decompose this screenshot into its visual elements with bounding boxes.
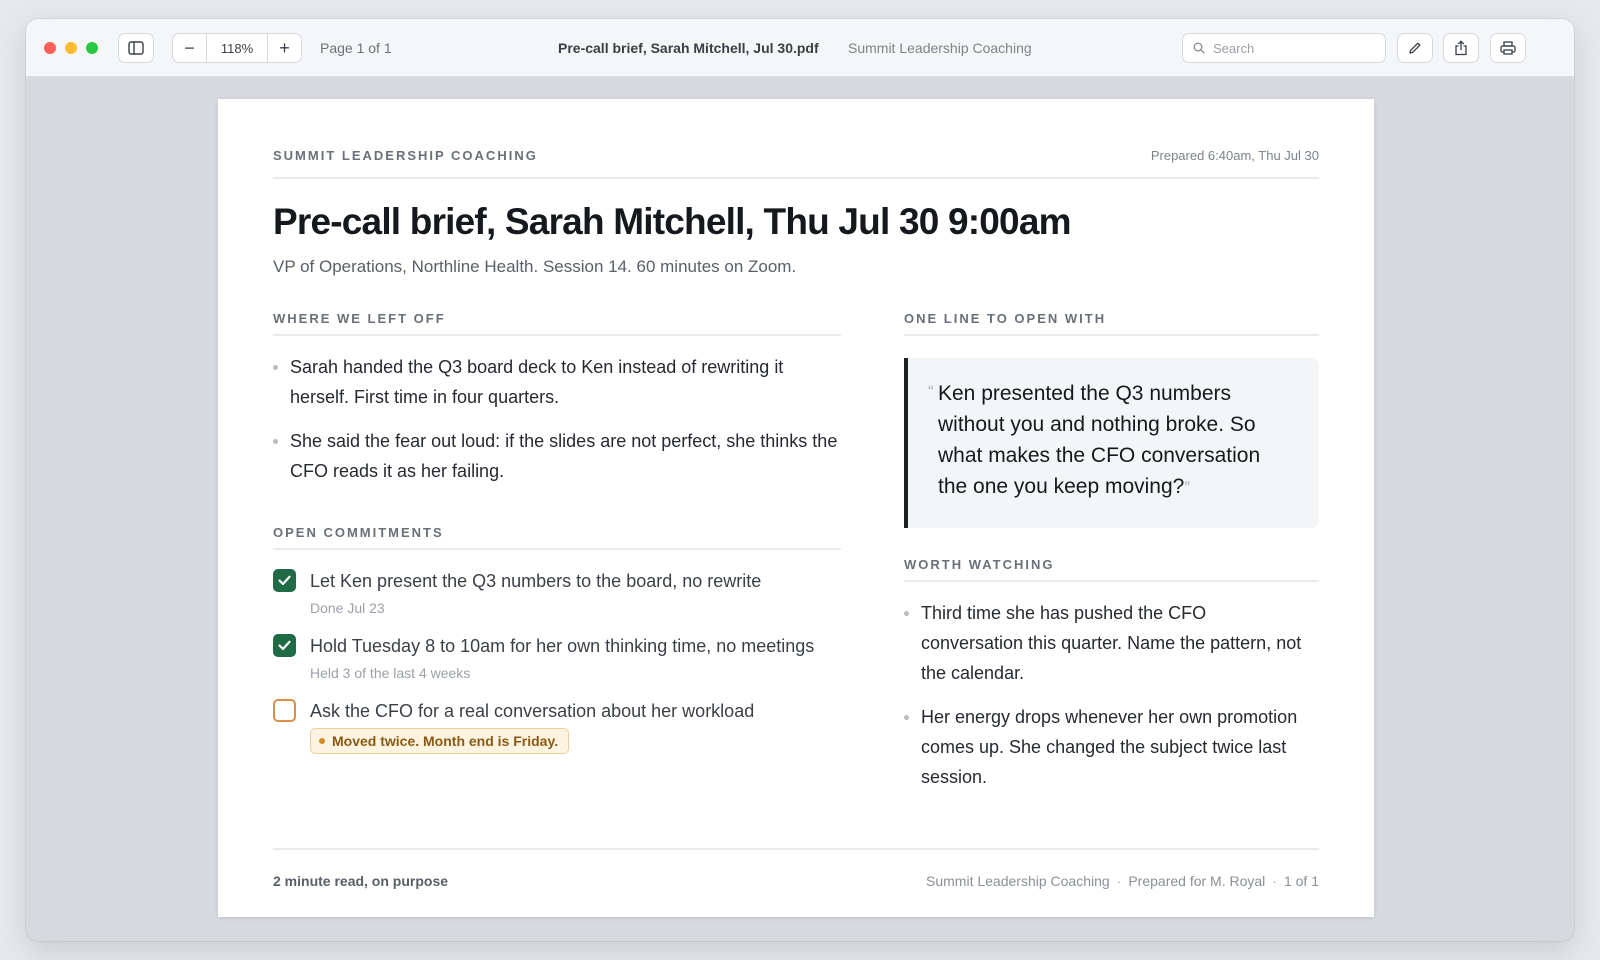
zoom-in-button[interactable]: +: [268, 34, 301, 62]
footer-page-number: 1 of 1: [1283, 873, 1319, 889]
commitment-text: Hold Tuesday 8 to 10am for her own think…: [310, 636, 815, 656]
check-icon: [278, 575, 291, 586]
search-box[interactable]: [1182, 33, 1386, 63]
warning-badge: Moved twice. Month end is Friday.: [310, 728, 570, 754]
prepared-timestamp: Prepared 6:40am, Thu Jul 30: [1150, 148, 1319, 163]
annotate-button[interactable]: [1397, 33, 1433, 63]
commitment-text: Let Ken present the Q3 numbers to the bo…: [310, 571, 762, 591]
toggle-sidebar-button[interactable]: [118, 33, 154, 63]
list-item: Third time she has pushed the CFO conver…: [904, 598, 1304, 688]
commitment-checkbox[interactable]: [273, 569, 296, 592]
zoom-window-button[interactable]: [86, 42, 98, 54]
zoom-level[interactable]: 118%: [207, 34, 268, 62]
pencil-icon: [1409, 42, 1421, 54]
section-heading-commitments: OPEN COMMITMENTS: [273, 525, 444, 540]
list-item: She said the fear out loud: if the slide…: [273, 426, 841, 486]
section-heading-left-off: WHERE WE LEFT OFF: [273, 311, 446, 326]
section-heading-open-line: ONE LINE TO OPEN WITH: [904, 311, 1107, 326]
print-button[interactable]: [1490, 33, 1526, 63]
read-time: 2 minute read, on purpose: [273, 873, 449, 889]
section-heading-watching: WORTH WATCHING: [904, 557, 1055, 572]
page-indicator: Page 1 of 1: [320, 40, 392, 56]
page-title: Pre-call brief, Sarah Mitchell, Thu Jul …: [273, 201, 1072, 242]
footer-prepared-for: Prepared for M. Royal: [1128, 873, 1266, 889]
page-subtitle: VP of Operations, Northline Health. Sess…: [273, 257, 797, 276]
watching-list: Third time she has pushed the CFO conver…: [904, 598, 1304, 806]
left-off-list: Sarah handed the Q3 board deck to Ken in…: [273, 352, 841, 500]
commitment-text: Ask the CFO for a real conversation abou…: [310, 701, 755, 721]
search-input[interactable]: [1213, 40, 1373, 56]
close-quote-mark: ”: [1184, 478, 1191, 497]
close-window-button[interactable]: [44, 42, 56, 54]
footer-meta: Summit Leadership Coaching · Prepared for …: [926, 873, 1319, 889]
page-content: SUMMIT LEADERSHIP COACHING Prepared 6:40…: [273, 99, 1319, 917]
commitment-note: Done Jul 23: [310, 600, 385, 616]
search-icon: [1193, 42, 1205, 54]
zoom-out-button[interactable]: −: [173, 34, 207, 62]
opening-quote: “Ken presented the Q3 numbers without yo…: [904, 358, 1319, 528]
share-button[interactable]: [1443, 33, 1479, 63]
share-icon: [1455, 40, 1467, 56]
section-divider: [904, 334, 1319, 336]
pdf-viewer-window: − 118% + Page 1 of 1 Pre-call brief, Sar…: [26, 19, 1574, 941]
warning-dot-icon: [319, 738, 325, 744]
org-header: SUMMIT LEADERSHIP COACHING: [273, 148, 538, 163]
printer-icon: [1500, 41, 1516, 55]
section-divider: [273, 334, 841, 336]
footer-separator: ·: [1272, 873, 1277, 889]
commitment-checkbox[interactable]: [273, 634, 296, 657]
minimize-window-button[interactable]: [65, 42, 77, 54]
quote-text: Ken presented the Q3 numbers without you…: [938, 382, 1261, 498]
list-item: Her energy drops whenever her own promot…: [904, 702, 1304, 792]
footer-divider: [273, 848, 1319, 850]
document-subtitle: Summit Leadership Coaching: [848, 40, 1032, 56]
toolbar: − 118% + Page 1 of 1 Pre-call brief, Sar…: [26, 19, 1574, 77]
document-title: Pre-call brief, Sarah Mitchell, Jul 30.p…: [558, 40, 819, 56]
header-divider: [273, 177, 1319, 179]
pdf-page: SUMMIT LEADERSHIP COACHING Prepared 6:40…: [218, 99, 1374, 917]
section-divider: [273, 548, 841, 550]
warning-badge-text: Moved twice. Month end is Friday.: [332, 733, 559, 749]
open-quote-mark: “: [928, 382, 934, 401]
list-item: Sarah handed the Q3 board deck to Ken in…: [273, 352, 841, 412]
section-divider: [904, 580, 1319, 582]
commitment-note: Held 3 of the last 4 weeks: [310, 665, 471, 681]
footer-separator: ·: [1116, 873, 1122, 889]
sidebar-icon: [128, 41, 144, 55]
commitment-checkbox[interactable]: [273, 699, 296, 722]
zoom-control: − 118% +: [172, 33, 302, 63]
footer-org: Summit Leadership Coaching: [926, 873, 1110, 889]
check-icon: [278, 640, 291, 651]
